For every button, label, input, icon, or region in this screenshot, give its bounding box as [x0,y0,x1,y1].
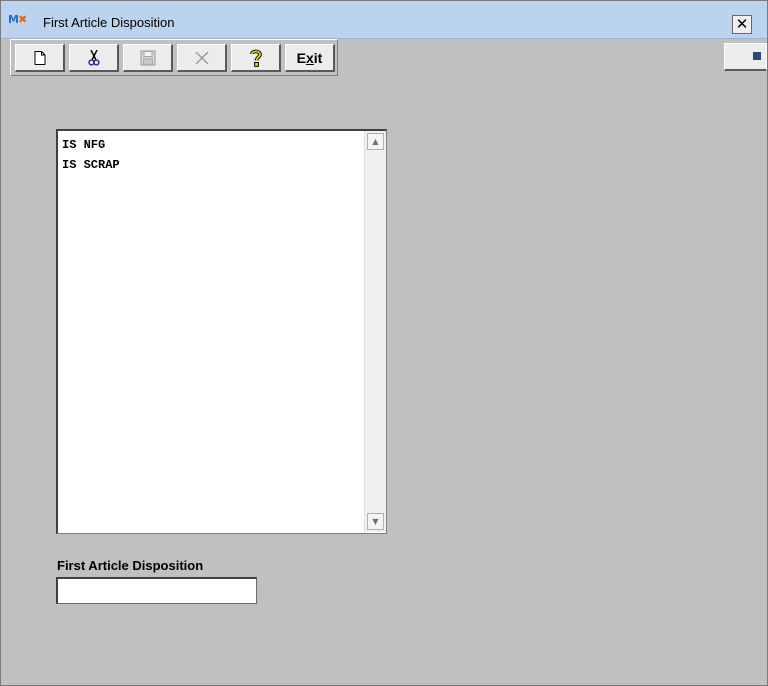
toolbar: Exit [10,39,338,76]
partial-toolbar-button[interactable] [724,43,767,71]
scissors-icon [87,49,100,66]
save-button[interactable] [123,44,173,72]
partial-button-icon [753,52,761,60]
app-logo-icon: M✖ [8,13,27,26]
scroll-down-arrow-icon[interactable]: ▼ [367,513,384,530]
vertical-scrollbar[interactable]: ▲ ▼ [364,131,386,532]
list-item[interactable]: IS NFG [62,135,120,155]
disposition-field-label: First Article Disposition [57,558,204,573]
disposition-input[interactable] [56,577,257,604]
x-delete-icon [195,51,208,64]
question-mark-icon [249,49,262,67]
new-button[interactable] [15,44,65,72]
cut-button[interactable] [69,44,119,72]
list-items: IS NFG IS SCRAP [62,135,120,175]
disposition-listbox[interactable]: IS NFG IS SCRAP ▲ ▼ [56,129,387,534]
floppy-disk-icon [140,50,155,65]
new-document-icon [34,50,45,65]
help-button[interactable] [231,44,281,72]
window-title: First Article Disposition [43,15,175,30]
scroll-up-arrow-icon[interactable]: ▲ [367,133,384,150]
exit-button[interactable]: Exit [285,44,335,72]
main-window: M✖ First Article Disposition ✕ Exit IS N… [0,0,768,686]
delete-button[interactable] [177,44,227,72]
title-bar: M✖ First Article Disposition ✕ [1,1,767,39]
list-item[interactable]: IS SCRAP [62,155,120,175]
exit-label: Exit [296,49,323,66]
close-button[interactable]: ✕ [732,15,752,34]
